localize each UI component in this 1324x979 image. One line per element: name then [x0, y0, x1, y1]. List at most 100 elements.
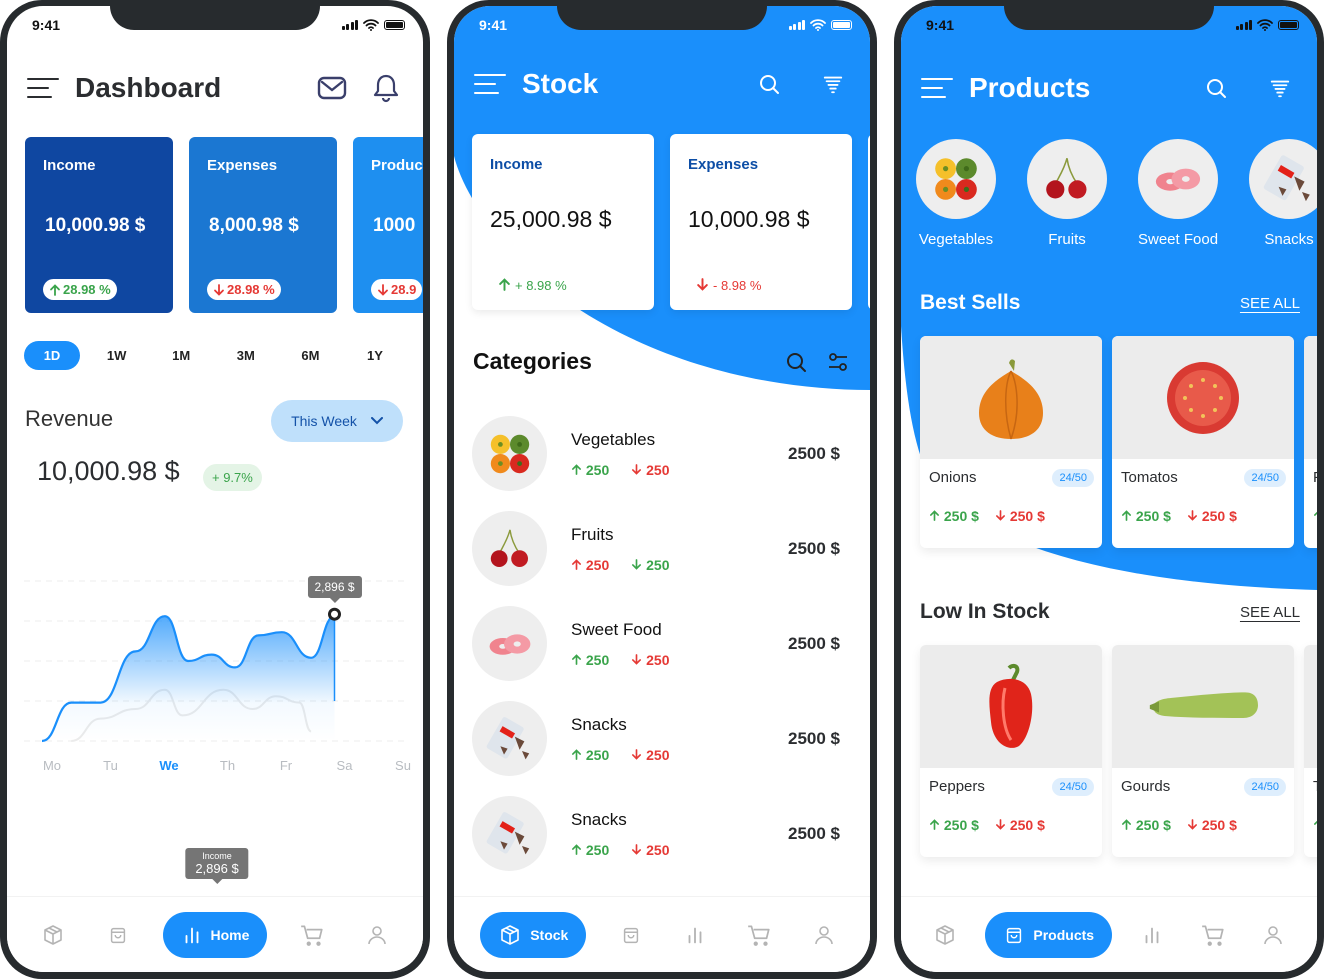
arrow-up-icon	[1313, 819, 1317, 830]
revenue-value: 10,000.98 $	[37, 456, 180, 486]
range-tab-6m[interactable]: 6M	[282, 341, 338, 370]
category-chip[interactable]: Sweet Food	[1138, 139, 1218, 248]
bell-icon[interactable]	[369, 71, 403, 105]
period-dropdown-label: This Week	[291, 413, 357, 429]
menu-icon[interactable]	[921, 76, 955, 100]
tab-profile[interactable]	[804, 912, 844, 958]
notch	[1004, 0, 1214, 30]
tab-cart[interactable]	[1193, 912, 1233, 958]
arrow-up-icon	[571, 654, 582, 665]
product-card[interactable]: P	[1304, 336, 1317, 548]
product-card[interactable]: Peppers 24/50 250 $ 250 $	[920, 645, 1102, 857]
product-name: Gourds	[1121, 778, 1171, 795]
see-all-link[interactable]: SEE ALL	[1240, 295, 1300, 312]
cherries-image	[1027, 139, 1107, 219]
category-row[interactable]: Vegetables 250 250 2500 $	[472, 406, 840, 501]
tab-home[interactable]: Home	[162, 911, 268, 958]
signal-icon	[341, 20, 358, 30]
income-tooltip: Income 2,896 $	[185, 848, 249, 879]
filter-icon[interactable]	[1263, 71, 1297, 105]
kpi-card-products[interactable]: Produc 1000 28.9	[353, 137, 423, 313]
category-row[interactable]: Snacks 250 250 2500 $	[472, 786, 840, 881]
category-name: Fruits	[571, 524, 614, 544]
category-chip-label: Sweet Food	[1138, 231, 1219, 248]
category-price: 2500 $	[788, 823, 840, 843]
tab-profile[interactable]	[1253, 912, 1293, 958]
arrow-down-icon	[631, 844, 642, 855]
product-name: Peppers	[929, 778, 985, 795]
category-row[interactable]: Sweet Food 250 250 2500 $	[472, 596, 840, 691]
x-tick-label: Tu	[103, 758, 118, 773]
product-card[interactable]: T	[1304, 645, 1317, 857]
search-icon[interactable]	[1199, 71, 1233, 105]
stock-card-expenses[interactable]: Expenses 10,000.98 $ - 8.98 %	[670, 134, 852, 310]
category-chip[interactable]: Fruits	[1027, 139, 1107, 248]
range-tab-1y[interactable]: 1Y	[347, 341, 403, 370]
kpi-change-badge: 28.9	[371, 279, 423, 300]
mail-icon[interactable]	[315, 71, 349, 105]
product-name: P	[1313, 469, 1317, 486]
notch	[110, 0, 320, 30]
search-icon[interactable]	[784, 350, 808, 379]
see-all-link[interactable]: SEE ALL	[1240, 604, 1300, 621]
tab-cart[interactable]	[292, 912, 332, 958]
revenue-chart[interactable]: 2,896 $ Mo Tu We Th Fr Sa Su	[24, 536, 411, 776]
menu-icon[interactable]	[27, 76, 61, 100]
x-tick-label: Sa	[336, 758, 353, 773]
kpi-card-expenses[interactable]: Expenses 8,000.98 $ 28.98 %	[189, 137, 337, 313]
card-value: 10,000.98 $	[688, 206, 810, 232]
products-screen: 9:41 Products Vegetables Fruits Sweet Fo…	[901, 6, 1317, 972]
arrow-up-icon	[929, 819, 940, 830]
tab-home[interactable]	[1132, 912, 1172, 958]
best-sells-header: Best Sells SEE ALL	[920, 291, 1300, 315]
tab-profile[interactable]	[357, 912, 397, 958]
revenue-change-badge: + 9.7%	[203, 464, 262, 491]
category-chip[interactable]: Vegetables	[916, 139, 996, 248]
tab-stock[interactable]	[925, 912, 965, 958]
category-name: Snacks	[571, 714, 627, 734]
card-value: 25,000.98 $	[490, 206, 612, 232]
tab-products[interactable]: Products	[985, 911, 1113, 958]
tab-products[interactable]	[98, 912, 138, 958]
range-tab-3m[interactable]: 3M	[218, 341, 274, 370]
status-time: 9:41	[479, 17, 508, 33]
product-card[interactable]: Tomatos 24/50 250 $ 250 $	[1112, 336, 1294, 548]
dashboard-header: Dashboard	[27, 66, 403, 110]
stock-card-income[interactable]: Income 25,000.98 $ + 8.98 %	[472, 134, 654, 310]
card-label: Expenses	[688, 156, 759, 173]
category-row[interactable]: Snacks 250 250 2500 $	[472, 691, 840, 786]
tab-cart[interactable]	[739, 912, 779, 958]
kpi-card-income[interactable]: Income 10,000.98 $ 28.98 %	[25, 137, 173, 313]
range-tab-1w[interactable]: 1W	[89, 341, 145, 370]
arrow-down-icon	[1187, 819, 1198, 830]
tab-home[interactable]	[675, 912, 715, 958]
menu-icon[interactable]	[474, 72, 508, 96]
category-name: Snacks	[571, 809, 627, 829]
range-tabs: 1D 1W 1M 3M 6M 1Y	[24, 341, 403, 370]
product-card[interactable]: Gourds 24/50 250 $ 250 $	[1112, 645, 1294, 857]
battery-icon	[384, 20, 405, 30]
search-icon[interactable]	[752, 67, 786, 101]
tab-products[interactable]	[611, 912, 651, 958]
donuts-image	[1138, 139, 1218, 219]
bag-icon	[107, 924, 129, 946]
range-tab-1m[interactable]: 1M	[153, 341, 209, 370]
range-tab-1d[interactable]: 1D	[24, 341, 80, 370]
arrow-up-icon	[1313, 510, 1317, 521]
tab-stock[interactable]: Stock	[480, 911, 587, 958]
category-row[interactable]: Fruits 250 250 2500 $	[472, 501, 840, 596]
tab-stock[interactable]	[33, 912, 73, 958]
category-chip[interactable]: Snacks	[1249, 139, 1317, 248]
category-price: 2500 $	[788, 443, 840, 463]
status-time: 9:41	[32, 17, 61, 33]
category-name: Vegetables	[571, 429, 656, 449]
product-card[interactable]: Onions 24/50 250 $ 250 $	[920, 336, 1102, 548]
highlight-point[interactable]	[328, 607, 341, 621]
period-dropdown[interactable]: This Week	[271, 400, 403, 442]
wifi-icon	[363, 19, 379, 31]
category-price: 2500 $	[788, 538, 840, 558]
box-icon	[498, 923, 522, 947]
sliders-icon[interactable]	[826, 350, 850, 379]
filter-icon[interactable]	[816, 67, 850, 101]
battery-icon	[1278, 20, 1299, 30]
